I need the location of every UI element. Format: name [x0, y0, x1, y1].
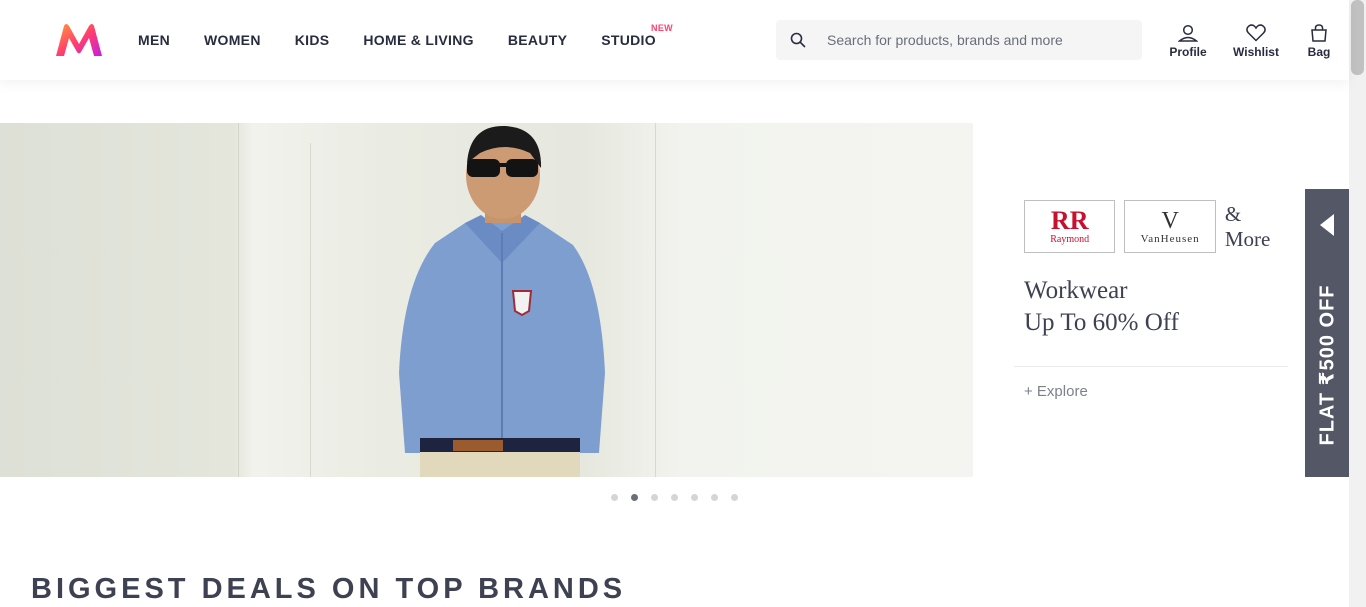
header-actions: Profile Wishlist Bag [1160, 24, 1339, 59]
nav-men-label: MEN [138, 32, 171, 48]
nav-studio-label: STUDIO [601, 32, 656, 48]
profile-icon [1178, 24, 1198, 42]
search-bar[interactable] [776, 20, 1142, 60]
bag-label: Bag [1307, 45, 1331, 59]
promo-panel: RR Raymond V VanHeusen & More Workwear U… [1014, 200, 1288, 400]
wishlist-label: Wishlist [1233, 45, 1279, 59]
search-input[interactable] [827, 32, 1127, 48]
wall-edge [310, 143, 311, 477]
page-scrollbar[interactable] [1349, 0, 1366, 607]
model-image [399, 125, 605, 477]
promo-title-line1: Workwear [1024, 277, 1128, 304]
bag-button[interactable]: Bag [1299, 24, 1339, 59]
hero-banner[interactable] [0, 123, 973, 477]
flat-offer-tab[interactable]: FLAT ₹500 OFF [1305, 189, 1349, 477]
nav-studio[interactable]: STUDIO NEW [584, 23, 673, 48]
carousel-dots [611, 494, 751, 501]
and-more-text: & More [1224, 201, 1271, 251]
carousel-dot-active[interactable] [631, 494, 638, 501]
nav-beauty-label: BEAUTY [507, 32, 568, 48]
carousel-dot[interactable] [611, 494, 618, 501]
promo-divider [1014, 366, 1288, 367]
profile-button[interactable]: Profile [1160, 24, 1216, 59]
nav-women-label: WOMEN [204, 32, 261, 48]
myntra-logo[interactable] [54, 22, 104, 58]
nav-home-living-label: HOME & LIVING [363, 32, 474, 48]
nav-kids[interactable]: KIDS [278, 32, 347, 48]
vanheusen-name: VanHeusen [1140, 232, 1200, 245]
nav-kids-label: KIDS [294, 32, 330, 48]
promo-title: Workwear Up To 60% Off [1024, 275, 1288, 339]
nav-men[interactable]: MEN [121, 32, 187, 48]
site-header: MEN WOMEN KIDS HOME & LIVING BEAUTY STUD… [0, 0, 1349, 80]
carousel-dot[interactable] [651, 494, 658, 501]
wall-edge [655, 123, 656, 477]
main-nav: MEN WOMEN KIDS HOME & LIVING BEAUTY STUD… [121, 0, 673, 80]
carousel-dot[interactable] [711, 494, 718, 501]
arrow-left-icon [1320, 214, 1334, 236]
scrollbar-thumb[interactable] [1351, 0, 1364, 75]
raymond-logo-mark: RR [1050, 206, 1089, 235]
nav-beauty[interactable]: BEAUTY [491, 32, 584, 48]
heart-icon [1246, 24, 1266, 42]
wishlist-button[interactable]: Wishlist [1221, 24, 1291, 59]
brand-logos: RR Raymond V VanHeusen & More [1024, 200, 1288, 253]
bag-icon [1311, 24, 1327, 42]
raymond-name: Raymond [1050, 234, 1090, 245]
profile-label: Profile [1169, 45, 1207, 59]
flat-offer-text: FLAT ₹500 OFF [1316, 284, 1339, 446]
brand-vanheusen-logo[interactable]: V VanHeusen [1124, 200, 1216, 253]
promo-title-line2: Up To 60% Off [1024, 309, 1179, 336]
vanheusen-logo-mark: V [1161, 207, 1179, 234]
new-badge: NEW [651, 23, 673, 33]
section-title: BIGGEST DEALS ON TOP BRANDS [31, 573, 627, 605]
search-icon[interactable] [776, 20, 820, 60]
nav-home-living[interactable]: HOME & LIVING [346, 32, 490, 48]
carousel-dot[interactable] [671, 494, 678, 501]
wall-edge [238, 123, 239, 477]
carousel-dot[interactable] [731, 494, 738, 501]
explore-link[interactable]: + Explore [1024, 383, 1288, 400]
brand-raymond-logo[interactable]: RR Raymond [1024, 200, 1116, 253]
carousel-dot[interactable] [691, 494, 698, 501]
nav-women[interactable]: WOMEN [187, 32, 278, 48]
